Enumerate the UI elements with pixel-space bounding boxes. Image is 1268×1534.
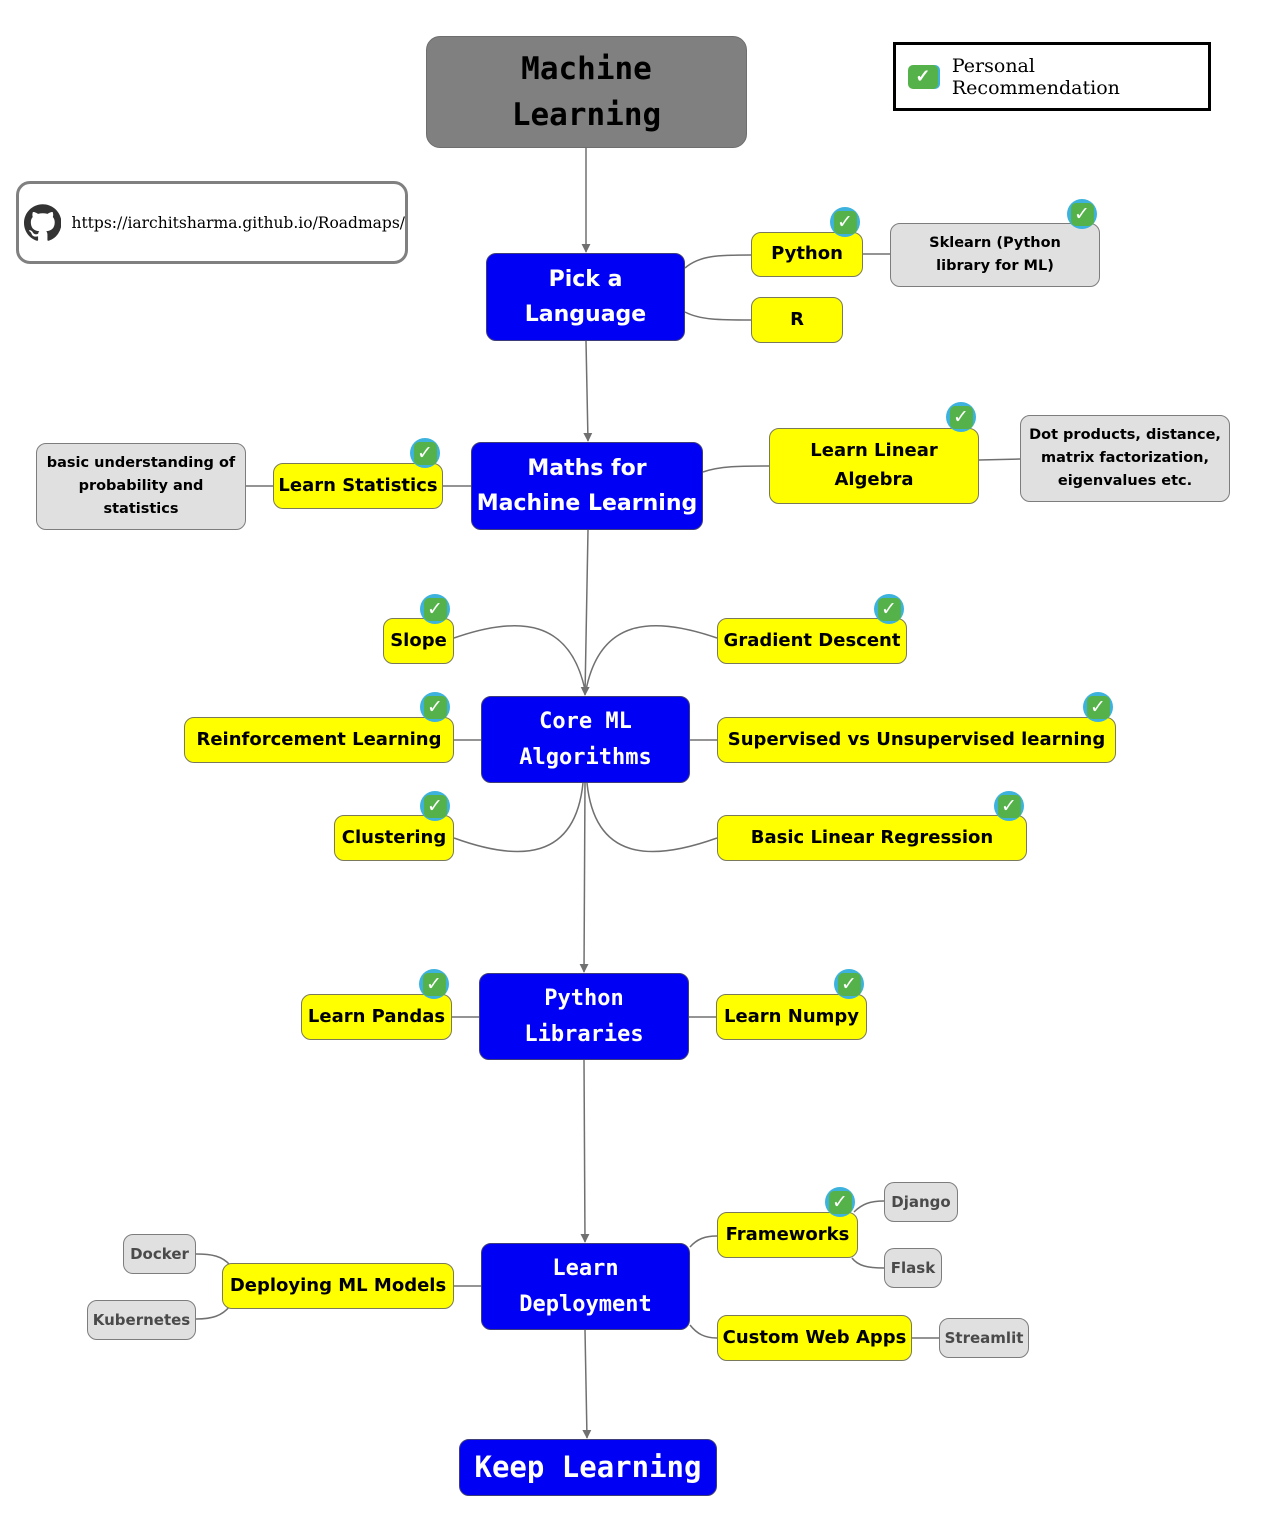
- topic-r[interactable]: R: [751, 297, 843, 343]
- edge-deployment-to-keep: [582, 1329, 592, 1439]
- step-label: Pick a Language: [524, 266, 647, 327]
- topic-supervised-vs-unsupervised[interactable]: Supervised vs Unsupervised learning: [717, 717, 1116, 763]
- topic-label: Custom Web Apps: [722, 1326, 907, 1348]
- recommended-check-icon: ✓: [874, 594, 904, 624]
- detail-streamlit[interactable]: Streamlit: [939, 1318, 1029, 1358]
- topic-label: Slope: [390, 629, 447, 651]
- roadmap-link[interactable]: https://iarchitsharma.github.io/Roadmaps…: [16, 181, 408, 264]
- topic-learn-numpy[interactable]: Learn Numpy: [716, 994, 867, 1040]
- recommended-check-icon: ✓: [994, 791, 1024, 821]
- step-maths-for-ml[interactable]: Maths for Machine Learning: [471, 442, 703, 530]
- topic-label: R: [790, 308, 804, 330]
- detail-label: basic understanding of probability and s…: [46, 454, 236, 518]
- topic-label: Python: [771, 243, 843, 265]
- detail-django[interactable]: Django: [884, 1182, 958, 1222]
- step-keep-learning[interactable]: Keep Learning: [459, 1439, 717, 1496]
- topic-label: Learn Statistics: [278, 474, 438, 496]
- topic-label: Learn Numpy: [723, 1005, 860, 1027]
- detail-kubernetes[interactable]: Kubernetes: [87, 1300, 196, 1340]
- recommended-check-icon: ✓: [825, 1187, 855, 1217]
- edge-libraries-to-deployment: [580, 1059, 590, 1243]
- recommended-check-icon: ✓: [420, 692, 450, 722]
- topic-frameworks[interactable]: Frameworks: [717, 1212, 858, 1258]
- edge-core-slope: [453, 625, 586, 691]
- edge-core-gradient: [585, 625, 718, 691]
- roadmap-url[interactable]: https://iarchitsharma.github.io/Roadmaps…: [71, 214, 405, 232]
- topic-label: Basic Linear Regression: [750, 826, 994, 848]
- recommended-check-icon: ✓: [834, 969, 864, 999]
- edge-frameworks-flask: [851, 1257, 885, 1269]
- topic-label: Supervised vs Unsupervised learning: [727, 728, 1106, 750]
- recommended-check-icon: ✓: [420, 594, 450, 624]
- topic-gradient-descent[interactable]: Gradient Descent: [717, 618, 907, 664]
- topic-python[interactable]: Python: [751, 232, 863, 277]
- topic-label: Deploying ML Models: [229, 1274, 447, 1296]
- edge-models-docker: [195, 1253, 231, 1266]
- step-label: Learn Deployment: [519, 1256, 652, 1317]
- detail-docker[interactable]: Docker: [123, 1234, 196, 1274]
- detail-label: Flask: [890, 1259, 936, 1277]
- detail-linear-algebra-note[interactable]: Dot products, distance, matrix factoriza…: [1020, 415, 1230, 502]
- topic-label: Reinforcement Learning: [196, 728, 442, 750]
- edge-frameworks-django: [853, 1200, 885, 1213]
- detail-label: Django: [891, 1193, 951, 1211]
- topic-learn-pandas[interactable]: Learn Pandas: [301, 994, 452, 1040]
- detail-label: Streamlit: [944, 1329, 1024, 1347]
- recommended-check-icon: ✓: [410, 438, 440, 468]
- detail-label: Docker: [130, 1245, 189, 1263]
- edge-maths-linear-algebra: [702, 465, 770, 473]
- topic-deploying-ml-models[interactable]: Deploying ML Models: [222, 1263, 454, 1309]
- step-label: Python Libraries: [524, 986, 644, 1047]
- topic-learn-statistics[interactable]: Learn Statistics: [273, 463, 443, 509]
- root-title: Machine Learning: [511, 50, 662, 134]
- edge-core-clustering: [453, 782, 584, 853]
- recommended-check-icon: ✓: [419, 969, 449, 999]
- topic-label: Gradient Descent: [723, 629, 901, 651]
- recommended-check-icon: ✓: [946, 402, 976, 432]
- topic-custom-web-apps[interactable]: Custom Web Apps: [717, 1315, 912, 1361]
- topic-clustering[interactable]: Clustering: [334, 815, 454, 861]
- edge-language-r: [684, 311, 752, 321]
- topic-learn-linear-algebra[interactable]: Learn Linear Algebra: [769, 428, 979, 504]
- step-core-ml-algorithms[interactable]: Core ML Algorithms: [481, 696, 690, 783]
- step-label: Maths for Machine Learning: [476, 455, 698, 516]
- detail-sklearn[interactable]: Sklearn (Python library for ML): [890, 223, 1100, 287]
- edge-models-kubernetes: [195, 1305, 231, 1320]
- detail-flask[interactable]: Flask: [884, 1248, 942, 1288]
- edge-core-linear-regression: [586, 782, 718, 853]
- step-python-libraries[interactable]: Python Libraries: [479, 973, 689, 1060]
- edge-language-python: [684, 254, 752, 269]
- step-pick-a-language[interactable]: Pick a Language: [486, 253, 685, 341]
- detail-label: Kubernetes: [92, 1311, 191, 1329]
- step-label: Core ML Algorithms: [519, 709, 652, 770]
- topic-label: Frameworks: [725, 1223, 850, 1245]
- edge-language-to-maths: [583, 340, 593, 442]
- recommended-check-icon: ✓: [420, 791, 450, 821]
- detail-label: Sklearn (Python library for ML): [929, 234, 1061, 274]
- recommended-check-icon: ✓: [1083, 692, 1113, 722]
- detail-label: Dot products, distance, matrix factoriza…: [1029, 426, 1221, 490]
- edge-core-to-libraries: [579, 782, 589, 973]
- detail-statistics-note[interactable]: basic understanding of probability and s…: [36, 443, 246, 530]
- topic-slope[interactable]: Slope: [383, 618, 454, 664]
- topic-label: Clustering: [341, 826, 447, 848]
- recommended-check-icon: ✓: [1067, 199, 1097, 229]
- edge-deployment-frameworks: [689, 1235, 718, 1248]
- edge-maths-to-core: [580, 529, 590, 696]
- recommended-check-icon: ✓: [830, 207, 860, 237]
- topic-basic-linear-regression[interactable]: Basic Linear Regression: [717, 815, 1027, 861]
- step-learn-deployment[interactable]: Learn Deployment: [481, 1243, 690, 1330]
- edge-deployment-custom: [689, 1324, 718, 1339]
- edge-linear-algebra-note: [978, 458, 1021, 461]
- topic-label: Learn Pandas: [307, 1005, 446, 1027]
- topic-label: Learn Linear Algebra: [810, 440, 938, 490]
- legend-label: Personal Recommendation: [951, 54, 1120, 99]
- legend-box: ✓ Personal Recommendation: [893, 42, 1211, 111]
- check-mark-icon: ✓: [908, 64, 938, 89]
- step-label: Keep Learning: [474, 1450, 702, 1485]
- topic-reinforcement-learning[interactable]: Reinforcement Learning: [184, 717, 454, 763]
- github-icon: [24, 203, 62, 241]
- root-node-machine-learning: Machine Learning: [426, 36, 747, 148]
